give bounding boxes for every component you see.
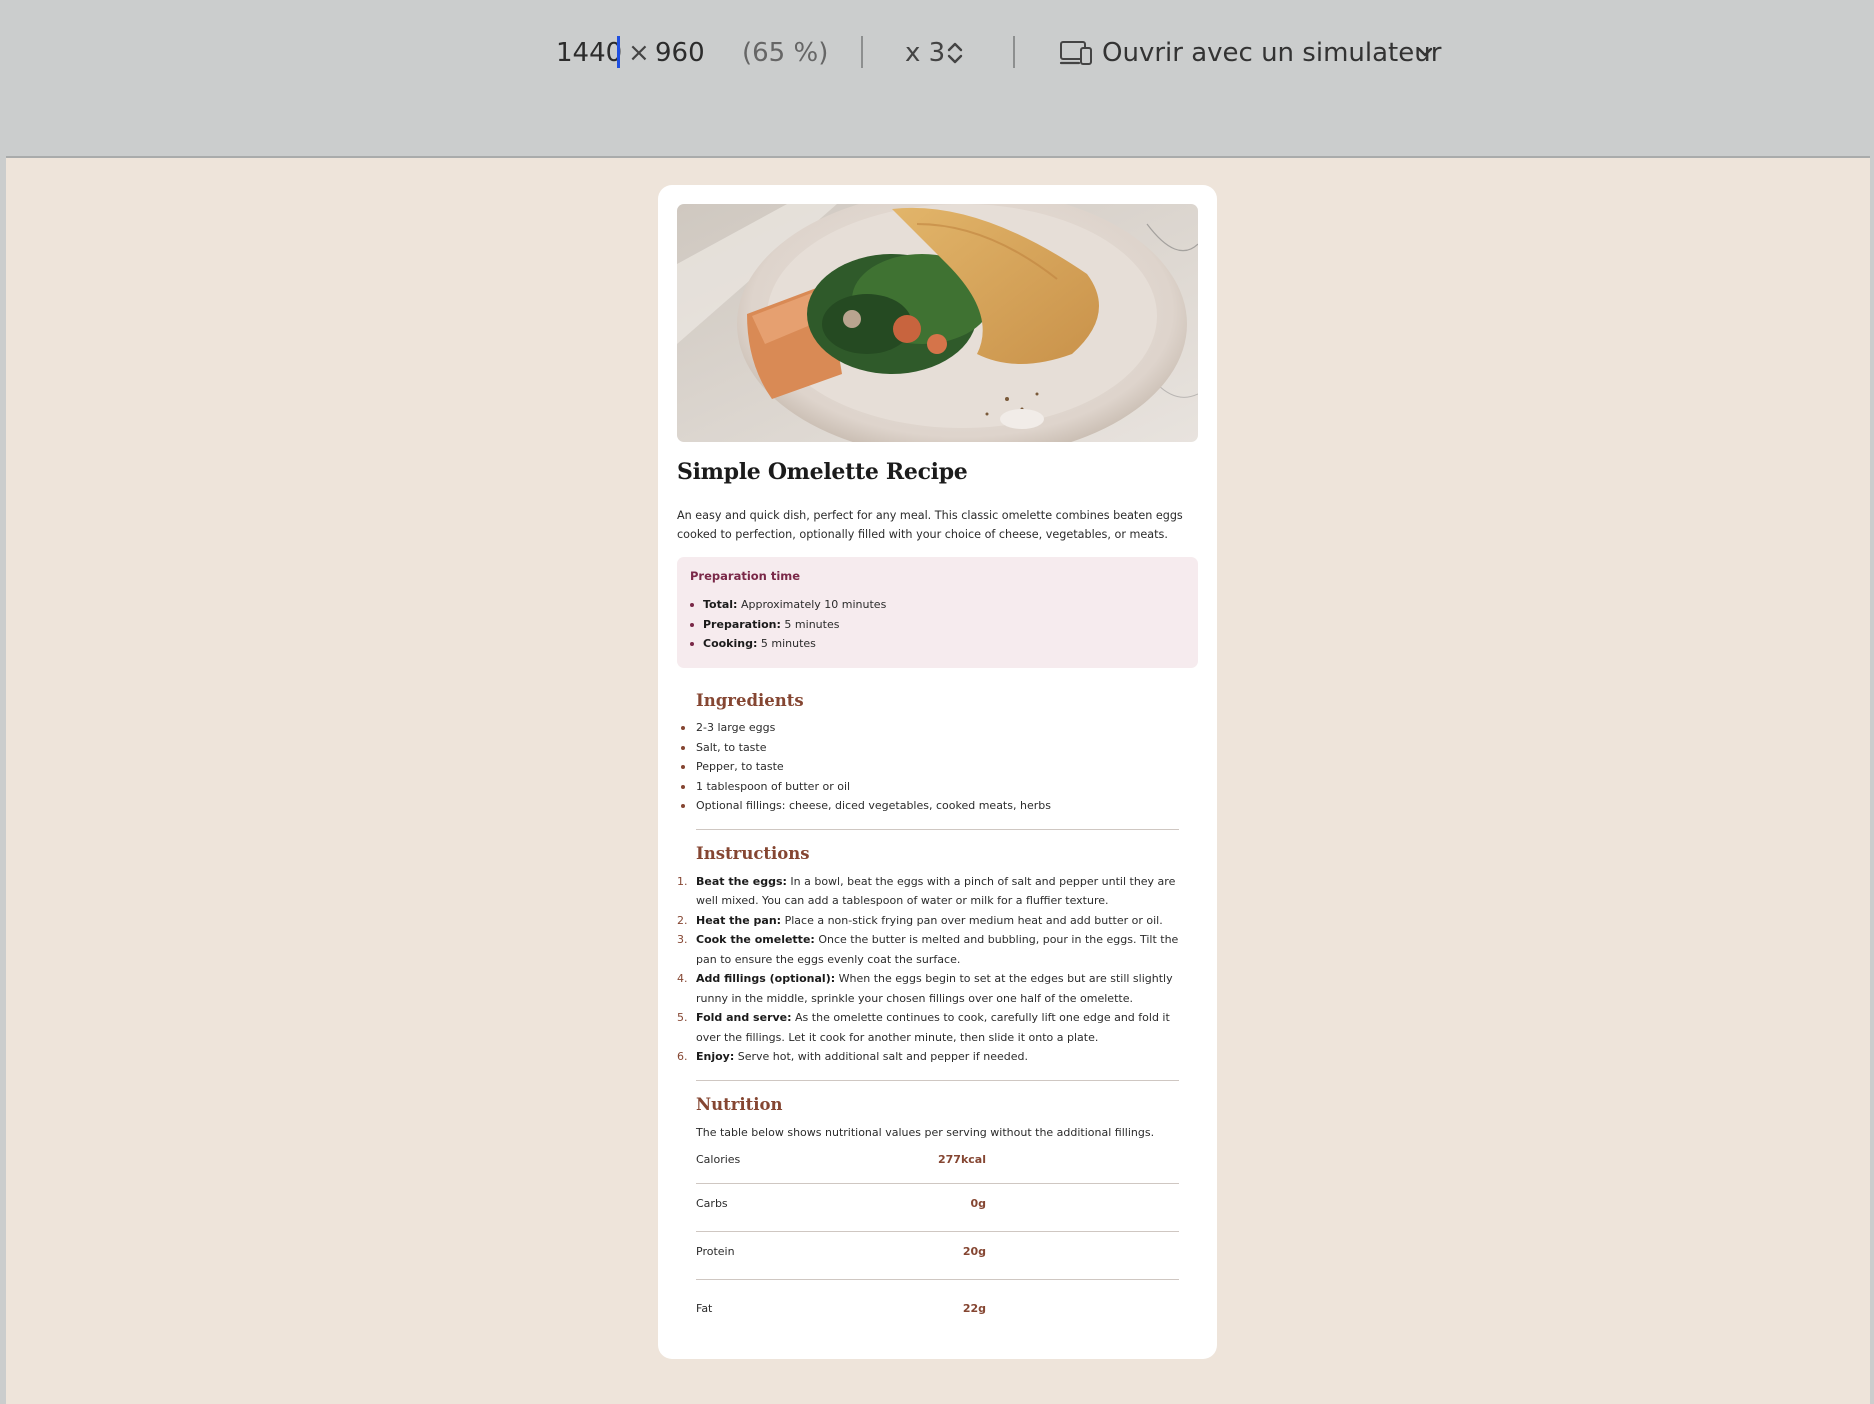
toolbar-divider xyxy=(861,36,863,68)
step-label: Beat the eggs: xyxy=(696,874,787,888)
table-row: Carbs 0g xyxy=(696,1184,1179,1232)
open-simulator-button[interactable]: Ouvrir avec un simulateur xyxy=(1102,33,1441,73)
viewport-height-input[interactable]: 960 xyxy=(655,33,705,73)
list-item: 5. Fold and serve: As the omelette contin… xyxy=(677,1008,1179,1047)
responsive-toolbar: 1440 × 960 (65 %) x 3 Ouvrir avec un sim… xyxy=(0,0,1874,158)
step-number: 5. xyxy=(677,1011,688,1024)
preparation-time-title: Preparation time xyxy=(690,569,801,583)
step-label: Fold and serve: xyxy=(696,1011,792,1024)
step-label: Heat the pan: xyxy=(696,913,782,927)
preparation-time-box: Preparation time Total: Approximately 10… xyxy=(677,557,1198,668)
list-item: 6. Enjoy: Serve hot, with additional salt… xyxy=(677,1047,1179,1067)
list-item: 4. Add fillings (optional): When the eggs… xyxy=(677,969,1179,1008)
viewport-width-input[interactable]: 1440 xyxy=(556,33,622,73)
dimension-separator: × xyxy=(628,38,650,68)
nutrition-label: Fat xyxy=(696,1302,713,1315)
nutrition-label: Calories xyxy=(696,1153,741,1166)
chevron-down-icon[interactable] xyxy=(1417,46,1433,58)
step-number: 3. xyxy=(677,933,688,946)
list-item: Optional fillings: cheese, diced vegetab… xyxy=(677,796,1179,816)
divider xyxy=(696,1079,1179,1081)
nutrition-value: 20g xyxy=(962,1245,986,1258)
step-label: Cook the omelette: xyxy=(696,933,815,946)
text-caret xyxy=(617,36,620,68)
instructions-title: Instructions xyxy=(696,843,810,863)
instructions-list: 1. Beat the eggs: In a bowl, beat the egg… xyxy=(677,872,1179,1067)
ingredients-list: 2-3 large eggs Salt, to taste Pepper, to… xyxy=(677,718,1179,816)
hero-image xyxy=(677,204,1198,442)
step-number: 1. xyxy=(677,874,688,888)
list-item-value: 5 minutes xyxy=(784,617,840,631)
step-number: 2. xyxy=(677,913,688,927)
nutrition-label: Protein xyxy=(696,1245,735,1258)
list-item: 1. Beat the eggs: In a bowl, beat the egg… xyxy=(677,872,1179,911)
omelette-photo xyxy=(677,204,1198,442)
list-item: 2. Heat the pan: Place a non-stick frying… xyxy=(677,911,1179,931)
list-item: 2-3 large eggs xyxy=(677,718,1179,738)
list-item-label: Preparation: xyxy=(703,617,781,631)
step-label: Enjoy: xyxy=(696,1050,735,1063)
toolbar-divider xyxy=(1013,36,1015,68)
zoom-level: (65 %) xyxy=(742,38,829,68)
step-label: Add fillings (optional): xyxy=(696,972,836,985)
recipe-body: Ingredients 2-3 large eggs Salt, to tast… xyxy=(677,691,1198,1328)
nutrition-value: 277kcal xyxy=(938,1153,986,1166)
step-text: Serve hot, with additional salt and pepp… xyxy=(737,1050,1028,1063)
table-row: Protein 20g xyxy=(696,1232,1179,1280)
stepper-icon[interactable] xyxy=(946,41,964,65)
divider xyxy=(696,828,1179,830)
nutrition-title: Nutrition xyxy=(696,1094,783,1114)
preparation-list: Total: Approximately 10 minutes Preparat… xyxy=(690,595,1185,654)
list-item: Pepper, to taste xyxy=(677,757,1179,777)
list-item-value: Approximately 10 minutes xyxy=(740,598,887,611)
list-item-label: Total: xyxy=(703,598,738,611)
recipe-intro: An easy and quick dish, perfect for any … xyxy=(677,509,1183,541)
device-viewport: Simple Omelette Recipe An easy and quick… xyxy=(6,158,1870,1404)
nutrition-table: Calories 277kcal Carbs 0g Protein 20g Fat 22… xyxy=(696,1144,1179,1328)
nutrition-value: 0g xyxy=(970,1197,986,1210)
pixel-ratio-select[interactable]: x 3 xyxy=(905,33,945,73)
ingredients-title: Ingredients xyxy=(696,691,804,710)
step-number: 4. xyxy=(677,972,688,985)
nutrition-description: The table below shows nutritional values… xyxy=(696,1125,1155,1139)
nutrition-label: Carbs xyxy=(696,1197,728,1210)
list-item: Preparation: 5 minutes xyxy=(690,615,1185,635)
list-item-value: 5 minutes xyxy=(760,637,816,650)
list-item: Cooking: 5 minutes xyxy=(690,634,1185,654)
device-simulator-icon[interactable] xyxy=(1059,40,1093,66)
list-item-label: Cooking: xyxy=(703,637,758,650)
recipe-title: Simple Omelette Recipe xyxy=(677,459,968,485)
table-row: Fat 22g xyxy=(696,1280,1179,1328)
list-item: Total: Approximately 10 minutes xyxy=(690,595,1185,615)
list-item: 3. Cook the omelette: Once the butter is … xyxy=(677,930,1179,969)
step-number: 6. xyxy=(677,1050,688,1063)
list-item: 1 tablespoon of butter or oil xyxy=(677,777,1179,797)
nutrition-value: 22g xyxy=(962,1302,986,1315)
recipe-card: Simple Omelette Recipe An easy and quick… xyxy=(658,185,1217,1359)
step-text: Place a non-stick frying pan over medium… xyxy=(784,913,1163,927)
table-row: Calories 277kcal xyxy=(696,1144,1179,1184)
list-item: Salt, to taste xyxy=(677,738,1179,758)
